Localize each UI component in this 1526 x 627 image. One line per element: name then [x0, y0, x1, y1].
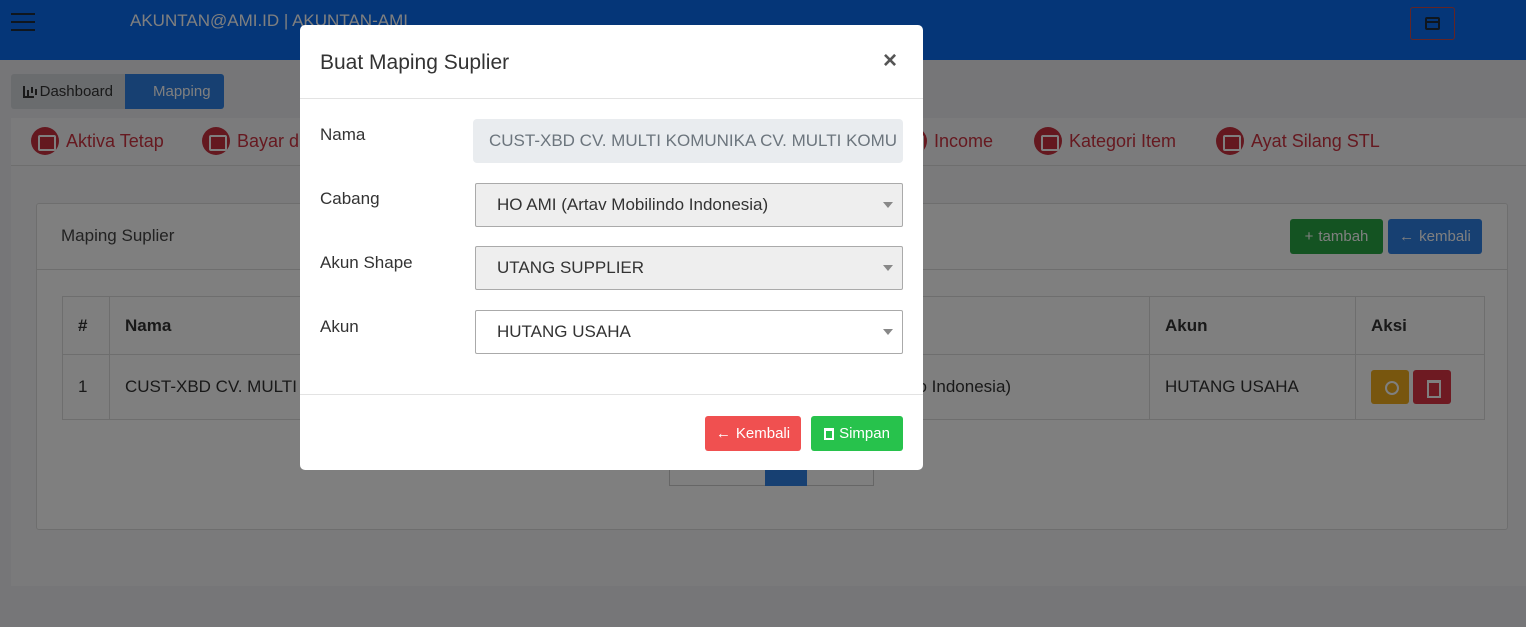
cabang-label: Cabang: [320, 189, 380, 208]
cabang-select[interactable]: HO AMI (Artav Mobilindo Indonesia): [475, 183, 903, 227]
cabang-select-value: HO AMI (Artav Mobilindo Indonesia): [497, 195, 769, 214]
chevron-down-icon: [883, 265, 893, 271]
simpan-button-label: Simpan: [839, 425, 890, 442]
kembali-button[interactable]: ← Kembali: [705, 416, 801, 451]
nama-label: Nama: [320, 125, 366, 144]
buat-maping-suplier-modal: Buat Maping Suplier × Nama CUST-XBD CV. …: [300, 25, 923, 470]
close-icon[interactable]: ×: [883, 47, 897, 75]
akun-shape-select[interactable]: UTANG SUPPLIER: [475, 246, 903, 290]
akun-shape-select-value: UTANG SUPPLIER: [497, 258, 645, 277]
chevron-down-icon: [883, 329, 893, 335]
simpan-button[interactable]: Simpan: [811, 416, 903, 451]
trash-icon: [824, 427, 835, 440]
akun-shape-label: Akun Shape: [320, 253, 413, 272]
nama-input[interactable]: CUST-XBD CV. MULTI KOMUNIKA CV. MULTI KO…: [473, 119, 903, 163]
kembali-button-label: Kembali: [735, 425, 791, 442]
akun-label: Akun: [320, 317, 359, 336]
akun-select-value: HUTANG USAHA: [497, 322, 631, 341]
modal-title: Buat Maping Suplier: [320, 51, 510, 74]
arrow-left-icon: ←: [715, 425, 731, 442]
modal-footer: ← Kembali Simpan: [300, 394, 923, 470]
modal-header: Buat Maping Suplier ×: [300, 25, 923, 99]
akun-select[interactable]: HUTANG USAHA: [475, 310, 903, 354]
chevron-down-icon: [883, 202, 893, 208]
